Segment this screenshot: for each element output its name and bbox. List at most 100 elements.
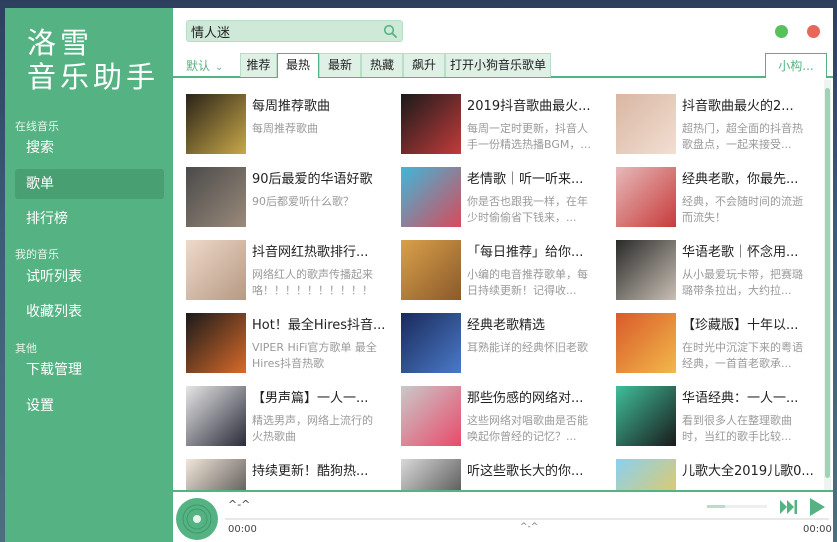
playlist-card[interactable]: 【珍藏版】十年以... 在时光中沉淀下来的粤语经典，一首首老歌承... — [616, 313, 816, 375]
playlist-title[interactable]: 经典老歌，你最先... — [682, 168, 816, 187]
playlist-description: 你是否也跟我一样，在年少时偷偷省下钱来，... — [467, 195, 588, 224]
playlist-card[interactable]: 每周推荐歌曲 每周推荐歌曲 — [186, 94, 386, 156]
song-lyric: ^-^ — [520, 522, 539, 532]
sidebar-item-downloads[interactable]: 下载管理 — [15, 355, 164, 385]
sidebar-item-search[interactable]: 搜索 — [15, 133, 164, 163]
tab-open-kugou-playlist[interactable]: 打开小狗音乐歌单 — [445, 53, 551, 77]
playlist-card[interactable]: 老情歌｜听一听来... 你是否也跟我一样，在年少时偷偷省下钱来，... — [401, 167, 601, 229]
tab-hottest[interactable]: 最热 — [277, 53, 319, 78]
playlist-cover-image[interactable] — [401, 94, 461, 154]
playlist-card[interactable]: 2019抖音歌曲最火... 每周一定时更新，抖音人手一份精选热播BGM，... — [401, 94, 601, 156]
search-icon[interactable] — [383, 24, 397, 38]
playlist-title[interactable]: 儿歌大全2019儿歌0... — [682, 460, 816, 479]
playlist-card[interactable]: 90后最爱的华语好歌 90后都爱听什么歌？ — [186, 167, 386, 229]
playlist-cover-image[interactable] — [401, 167, 461, 227]
disc-icon — [176, 498, 218, 540]
sidebar-item-trial-list[interactable]: 试听列表 — [15, 262, 164, 292]
playlist-title[interactable]: 华语经典：一人一... — [682, 387, 816, 406]
tab-newest[interactable]: 最新 — [319, 53, 361, 77]
search-box — [186, 20, 403, 42]
playlist-card[interactable]: 抖音歌曲最火的2... 超热门，超全面的抖音热歌盘点，一起来接受... — [616, 94, 816, 156]
tab-user[interactable]: 小构... — [765, 53, 827, 78]
playlist-card[interactable]: 听这些歌长大的你... — [401, 459, 601, 490]
playlist-card[interactable]: 经典老歌，你最先... 经典，不会随时间的流逝而流失！ — [616, 167, 816, 229]
search-input[interactable] — [191, 22, 376, 40]
scrollbar[interactable] — [824, 80, 831, 492]
play-icon[interactable] — [809, 498, 825, 516]
playlist-title[interactable]: 抖音网红热歌排行... — [252, 241, 386, 260]
playlist-card[interactable]: 华语老歌｜怀念用... 从小最爱玩卡带，把赛璐璐带条拉出，大约拉... — [616, 240, 816, 302]
playlist-cover-image[interactable] — [616, 240, 676, 300]
playlist-description: 超热门，超全面的抖音热歌盘点，一起来接受... — [682, 122, 803, 151]
playlist-title[interactable]: 华语老歌｜怀念用... — [682, 241, 816, 260]
playlist-title[interactable]: 【男声篇】一人一... — [252, 387, 386, 406]
playlist-card[interactable]: 经典老歌精选耳熟能详的经典怀旧老歌 — [401, 313, 601, 375]
playlist-card[interactable]: Hot！最全Hires抖音... VIPER HiFi官方歌单 最全Hires抖音… — [186, 313, 386, 375]
scrollbar-thumb[interactable] — [825, 88, 830, 478]
playlist-cover-image[interactable] — [186, 240, 246, 300]
playlist-title[interactable]: 每周推荐歌曲 — [252, 95, 386, 114]
playlist-cover-image[interactable] — [186, 167, 246, 227]
playlist-title[interactable]: Hot！最全Hires抖音... — [252, 314, 386, 333]
player-bar: ^-^ 00:00 ^-^ 00:00 — [173, 490, 833, 542]
playlist-card[interactable]: 抖音网红热歌排行... 网络红人的歌声传播起来咯！！！！！！！！！！ — [186, 240, 386, 302]
playlist-cover-image[interactable] — [186, 386, 246, 446]
playlist-cover-image[interactable] — [616, 167, 676, 227]
playlist-description: 经典，不会随时间的流逝而流失！ — [682, 195, 803, 224]
playlist-cover-image[interactable] — [616, 94, 676, 154]
playlist-cover-image[interactable] — [616, 386, 676, 446]
playlist-card[interactable]: 「每日推荐」给你... 小编的电音推荐歌单，每日持续更新！记得收... — [401, 240, 601, 302]
playlist-cover-image[interactable] — [186, 94, 246, 154]
playlist-card[interactable]: 【男声篇】一人一... 精选男声，网络上流行的火热歌曲 — [186, 386, 386, 448]
sidebar-group-mine: 我的音乐 — [15, 248, 59, 261]
playlist-title[interactable]: 那些伤感的网络对... — [467, 387, 601, 406]
main-panel: 默认 ⌄ 推荐 最热 最新 热藏 飙升 打开小狗音乐歌单 小构... 每周推荐歌曲… — [173, 8, 833, 542]
tab-hot-collect[interactable]: 热藏 — [361, 53, 403, 77]
sidebar-item-charts[interactable]: 排行榜 — [15, 204, 164, 234]
playlist-title[interactable]: 90后最爱的华语好歌 — [252, 168, 386, 187]
total-time: 00:00 — [803, 524, 832, 535]
playlist-description: 90后都爱听什么歌？ — [252, 195, 354, 208]
progress-bar[interactable] — [225, 518, 829, 520]
playlist-title[interactable]: 听这些歌长大的你... — [467, 460, 601, 479]
minimize-button[interactable] — [775, 25, 788, 38]
playlist-description: 耳熟能详的经典怀旧老歌 — [467, 341, 588, 354]
sidebar-item-settings[interactable]: 设置 — [15, 391, 164, 421]
playlist-cover-image[interactable] — [186, 313, 246, 373]
playlist-description: 从小最爱玩卡带，把赛璐璐带条拉出，大约拉... — [682, 268, 803, 297]
sidebar-group-other: 其他 — [15, 342, 37, 355]
playlist-cover-image[interactable] — [186, 459, 246, 490]
playlist-description: 每周推荐歌曲 — [252, 122, 318, 135]
tab-recommend[interactable]: 推荐 — [240, 53, 277, 77]
playlist-cover-image[interactable] — [401, 459, 461, 490]
playlist-title[interactable]: 老情歌｜听一听来... — [467, 168, 601, 187]
next-track-icon[interactable] — [780, 500, 798, 514]
playlist-title[interactable]: 经典老歌精选 — [467, 314, 601, 333]
playlist-cover-image[interactable] — [401, 240, 461, 300]
chevron-down-icon: ⌄ — [215, 62, 224, 73]
playlist-title[interactable]: 【珍藏版】十年以... — [682, 314, 816, 333]
playlist-cover-image[interactable] — [401, 313, 461, 373]
playlist-card[interactable]: 华语经典：一人一... 看到很多人在整理歌曲时，当红的歌手比较... — [616, 386, 816, 448]
playlist-grid: 每周推荐歌曲 每周推荐歌曲 2019抖音歌曲最火... 每周一定时更新，抖音人手一份精… — [186, 94, 826, 490]
playlist-card[interactable]: 持续更新！酷狗热... — [186, 459, 386, 490]
tab-rising[interactable]: 飙升 — [403, 53, 445, 77]
close-button[interactable] — [807, 25, 820, 38]
sort-select[interactable]: 默认 ⌄ — [186, 57, 223, 74]
sidebar-item-favorites[interactable]: 收藏列表 — [15, 297, 164, 327]
playlist-cover-image[interactable] — [616, 313, 676, 373]
playlist-title[interactable]: 「每日推荐」给你... — [467, 241, 601, 260]
playlist-cover-image[interactable] — [401, 386, 461, 446]
playlist-card[interactable]: 儿歌大全2019儿歌0... — [616, 459, 816, 490]
playlist-title[interactable]: 持续更新！酷狗热... — [252, 460, 386, 479]
volume-slider[interactable] — [707, 505, 767, 508]
playlist-description: 看到很多人在整理歌曲时，当红的歌手比较... — [682, 414, 792, 443]
playlist-title[interactable]: 抖音歌曲最火的2... — [682, 95, 816, 114]
playlist-description: 精选男声，网络上流行的火热歌曲 — [252, 414, 373, 443]
playlist-title[interactable]: 2019抖音歌曲最火... — [467, 95, 601, 114]
playlist-cover-image[interactable] — [616, 459, 676, 490]
sidebar-item-playlists[interactable]: 歌单 — [15, 169, 164, 199]
sort-select-label: 默认 — [186, 59, 211, 73]
logo-line-2: 音乐助手 — [27, 60, 160, 94]
playlist-card[interactable]: 那些伤感的网络对... 这些网络对唱歌曲是否能唤起你曾经的记忆？... — [401, 386, 601, 448]
